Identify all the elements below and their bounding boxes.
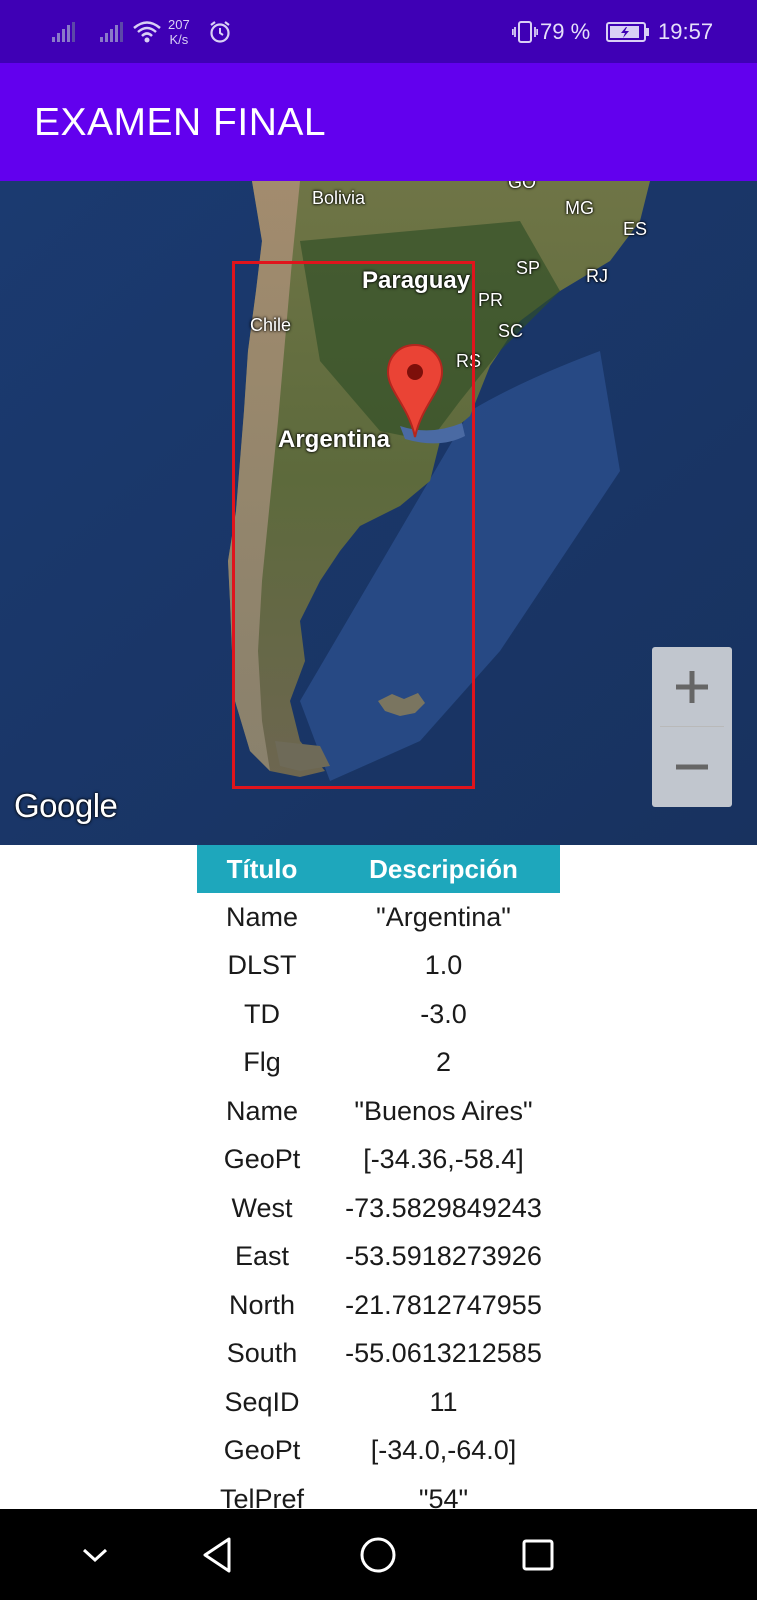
table-row: TD -3.0: [197, 990, 560, 1039]
row-title: West: [231, 1192, 293, 1223]
table-header: Título Descripción: [197, 845, 560, 893]
zoom-in-button[interactable]: [652, 647, 732, 727]
table-row: GeoPt [-34.36,-58.4]: [197, 1136, 560, 1185]
country-bounds-rectangle: [232, 261, 475, 789]
google-logo: Google: [14, 787, 118, 824]
home-button[interactable]: [338, 1509, 418, 1600]
map-label-pr: PR: [478, 290, 504, 310]
table-row: Name "Buenos Aires": [197, 1087, 560, 1136]
table-row: GeoPt [-34.0,-64.0]: [197, 1427, 560, 1476]
row-value: -21.7812747955: [345, 1289, 542, 1320]
table-row: South -55.0613212585: [197, 1330, 560, 1379]
vibrate-icon: [512, 0, 538, 63]
row-value: [-34.0,-64.0]: [370, 1435, 517, 1466]
signal-icon: [100, 0, 123, 63]
header-title: Título: [226, 853, 298, 884]
row-title: East: [234, 1241, 290, 1272]
network-speed: 207 K/s: [168, 0, 190, 63]
row-value: 2: [435, 1047, 452, 1078]
zoom-out-button[interactable]: [652, 727, 732, 807]
map-label-bolivia: Bolivia: [312, 188, 366, 208]
row-title: TD: [244, 998, 280, 1029]
map-label-sp: SP: [516, 258, 541, 278]
map-label-go: GO: [508, 181, 537, 192]
row-title: Name: [225, 1095, 299, 1126]
home-icon: [360, 1537, 396, 1572]
table-row: Flg 2: [197, 1039, 560, 1088]
app-title: EXAMEN FINAL: [34, 101, 327, 144]
network-speed-unit: K/s: [169, 31, 189, 47]
wifi-icon: [132, 0, 162, 63]
map-pin-icon[interactable]: [386, 343, 444, 439]
table-row: DLST 1.0: [197, 942, 560, 991]
row-value: -3.0: [420, 998, 467, 1029]
table-row: SeqID 11: [197, 1378, 560, 1427]
map-label-es: ES: [623, 219, 648, 239]
row-value: -73.5829849243: [345, 1192, 542, 1223]
map-label-mg: MG: [565, 198, 594, 218]
back-icon: [203, 1537, 231, 1572]
battery-icon: [606, 0, 650, 63]
battery-percent: 79 %: [540, 18, 591, 44]
app-bar: EXAMEN FINAL: [0, 63, 757, 181]
row-value: "Buenos Aires": [354, 1095, 533, 1126]
row-value: 11: [429, 1386, 458, 1417]
clock: 19:57: [658, 18, 714, 44]
row-value: "Argentina": [376, 901, 511, 932]
navigation-bar: [0, 1509, 757, 1600]
map-label-rj: RJ: [586, 266, 608, 286]
row-value: -55.0613212585: [345, 1338, 542, 1369]
row-title: SeqID: [224, 1386, 300, 1417]
table-row: North -21.7812747955: [197, 1281, 560, 1330]
header-description: Descripción: [369, 853, 518, 884]
row-title: Name: [225, 901, 299, 932]
minus-icon: [676, 764, 708, 770]
row-title: South: [226, 1338, 298, 1369]
alarm-icon: [208, 0, 232, 63]
network-speed-value: 207: [168, 16, 190, 32]
row-value: 1.0: [424, 950, 463, 981]
recents-icon: [522, 1539, 554, 1570]
recents-button[interactable]: [498, 1509, 578, 1600]
zoom-controls: [652, 647, 732, 807]
row-value: -53.5918273926: [345, 1241, 542, 1272]
map-view[interactable]: Bolivia GO MG ES Paraguay SP RJ PR Chile…: [0, 181, 757, 845]
table-row: West -73.5829849243: [197, 1184, 560, 1233]
row-title: North: [228, 1289, 296, 1320]
row-value: [-34.36,-58.4]: [363, 1144, 524, 1175]
row-title: Flg: [243, 1047, 281, 1078]
table-row: East -53.5918273926: [197, 1233, 560, 1282]
signal-icon: [52, 0, 75, 63]
back-button[interactable]: [177, 1509, 257, 1600]
collapse-button[interactable]: [55, 1509, 135, 1600]
row-title: DLST: [227, 950, 297, 981]
map-label-sc: SC: [498, 321, 524, 341]
row-title: GeoPt: [223, 1435, 301, 1466]
info-table: Título Descripción Name "Argentina" DLST 1…: [197, 845, 560, 1524]
status-bar: 207 K/s 79 % 19:57: [0, 0, 757, 63]
collapse-icon: [82, 1548, 108, 1562]
plus-icon: [676, 671, 708, 703]
row-title: GeoPt: [223, 1144, 301, 1175]
table-row: Name "Argentina": [197, 893, 560, 942]
